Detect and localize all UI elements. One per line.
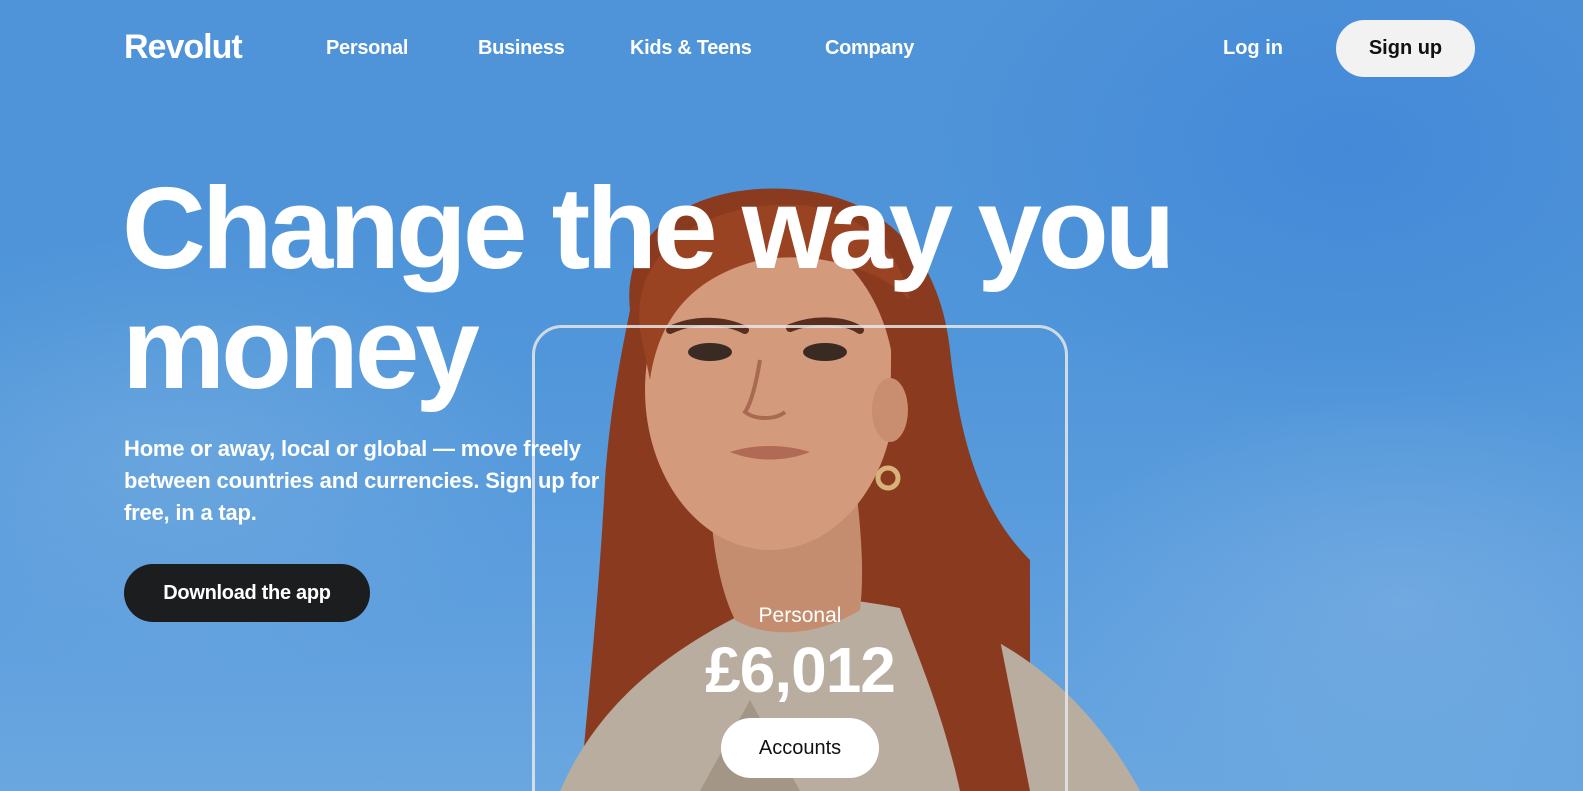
nav-item-personal[interactable]: Personal <box>326 37 408 60</box>
accounts-button[interactable]: Accounts <box>721 718 879 778</box>
hero-headline-line2: money <box>122 283 480 413</box>
hero-subtext: Home or away, local or global — move fre… <box>124 436 600 525</box>
revolut-logo[interactable]: Revolut <box>124 28 243 67</box>
top-navigation: Revolut Personal Business Kids & Teens C… <box>0 0 1583 98</box>
nav-item-kids-teens[interactable]: Kids & Teens <box>630 37 752 60</box>
account-card-label: Personal <box>758 604 842 627</box>
hero-headline-line1: Change the way you <box>122 163 1176 293</box>
hero-headline: Change the way you money <box>122 168 1242 408</box>
account-balance: £6,012 <box>705 634 896 706</box>
signup-button[interactable]: Sign up <box>1336 20 1475 77</box>
login-link[interactable]: Log in <box>1223 37 1283 60</box>
nav-item-business[interactable]: Business <box>478 37 565 60</box>
nav-item-company[interactable]: Company <box>825 37 914 60</box>
